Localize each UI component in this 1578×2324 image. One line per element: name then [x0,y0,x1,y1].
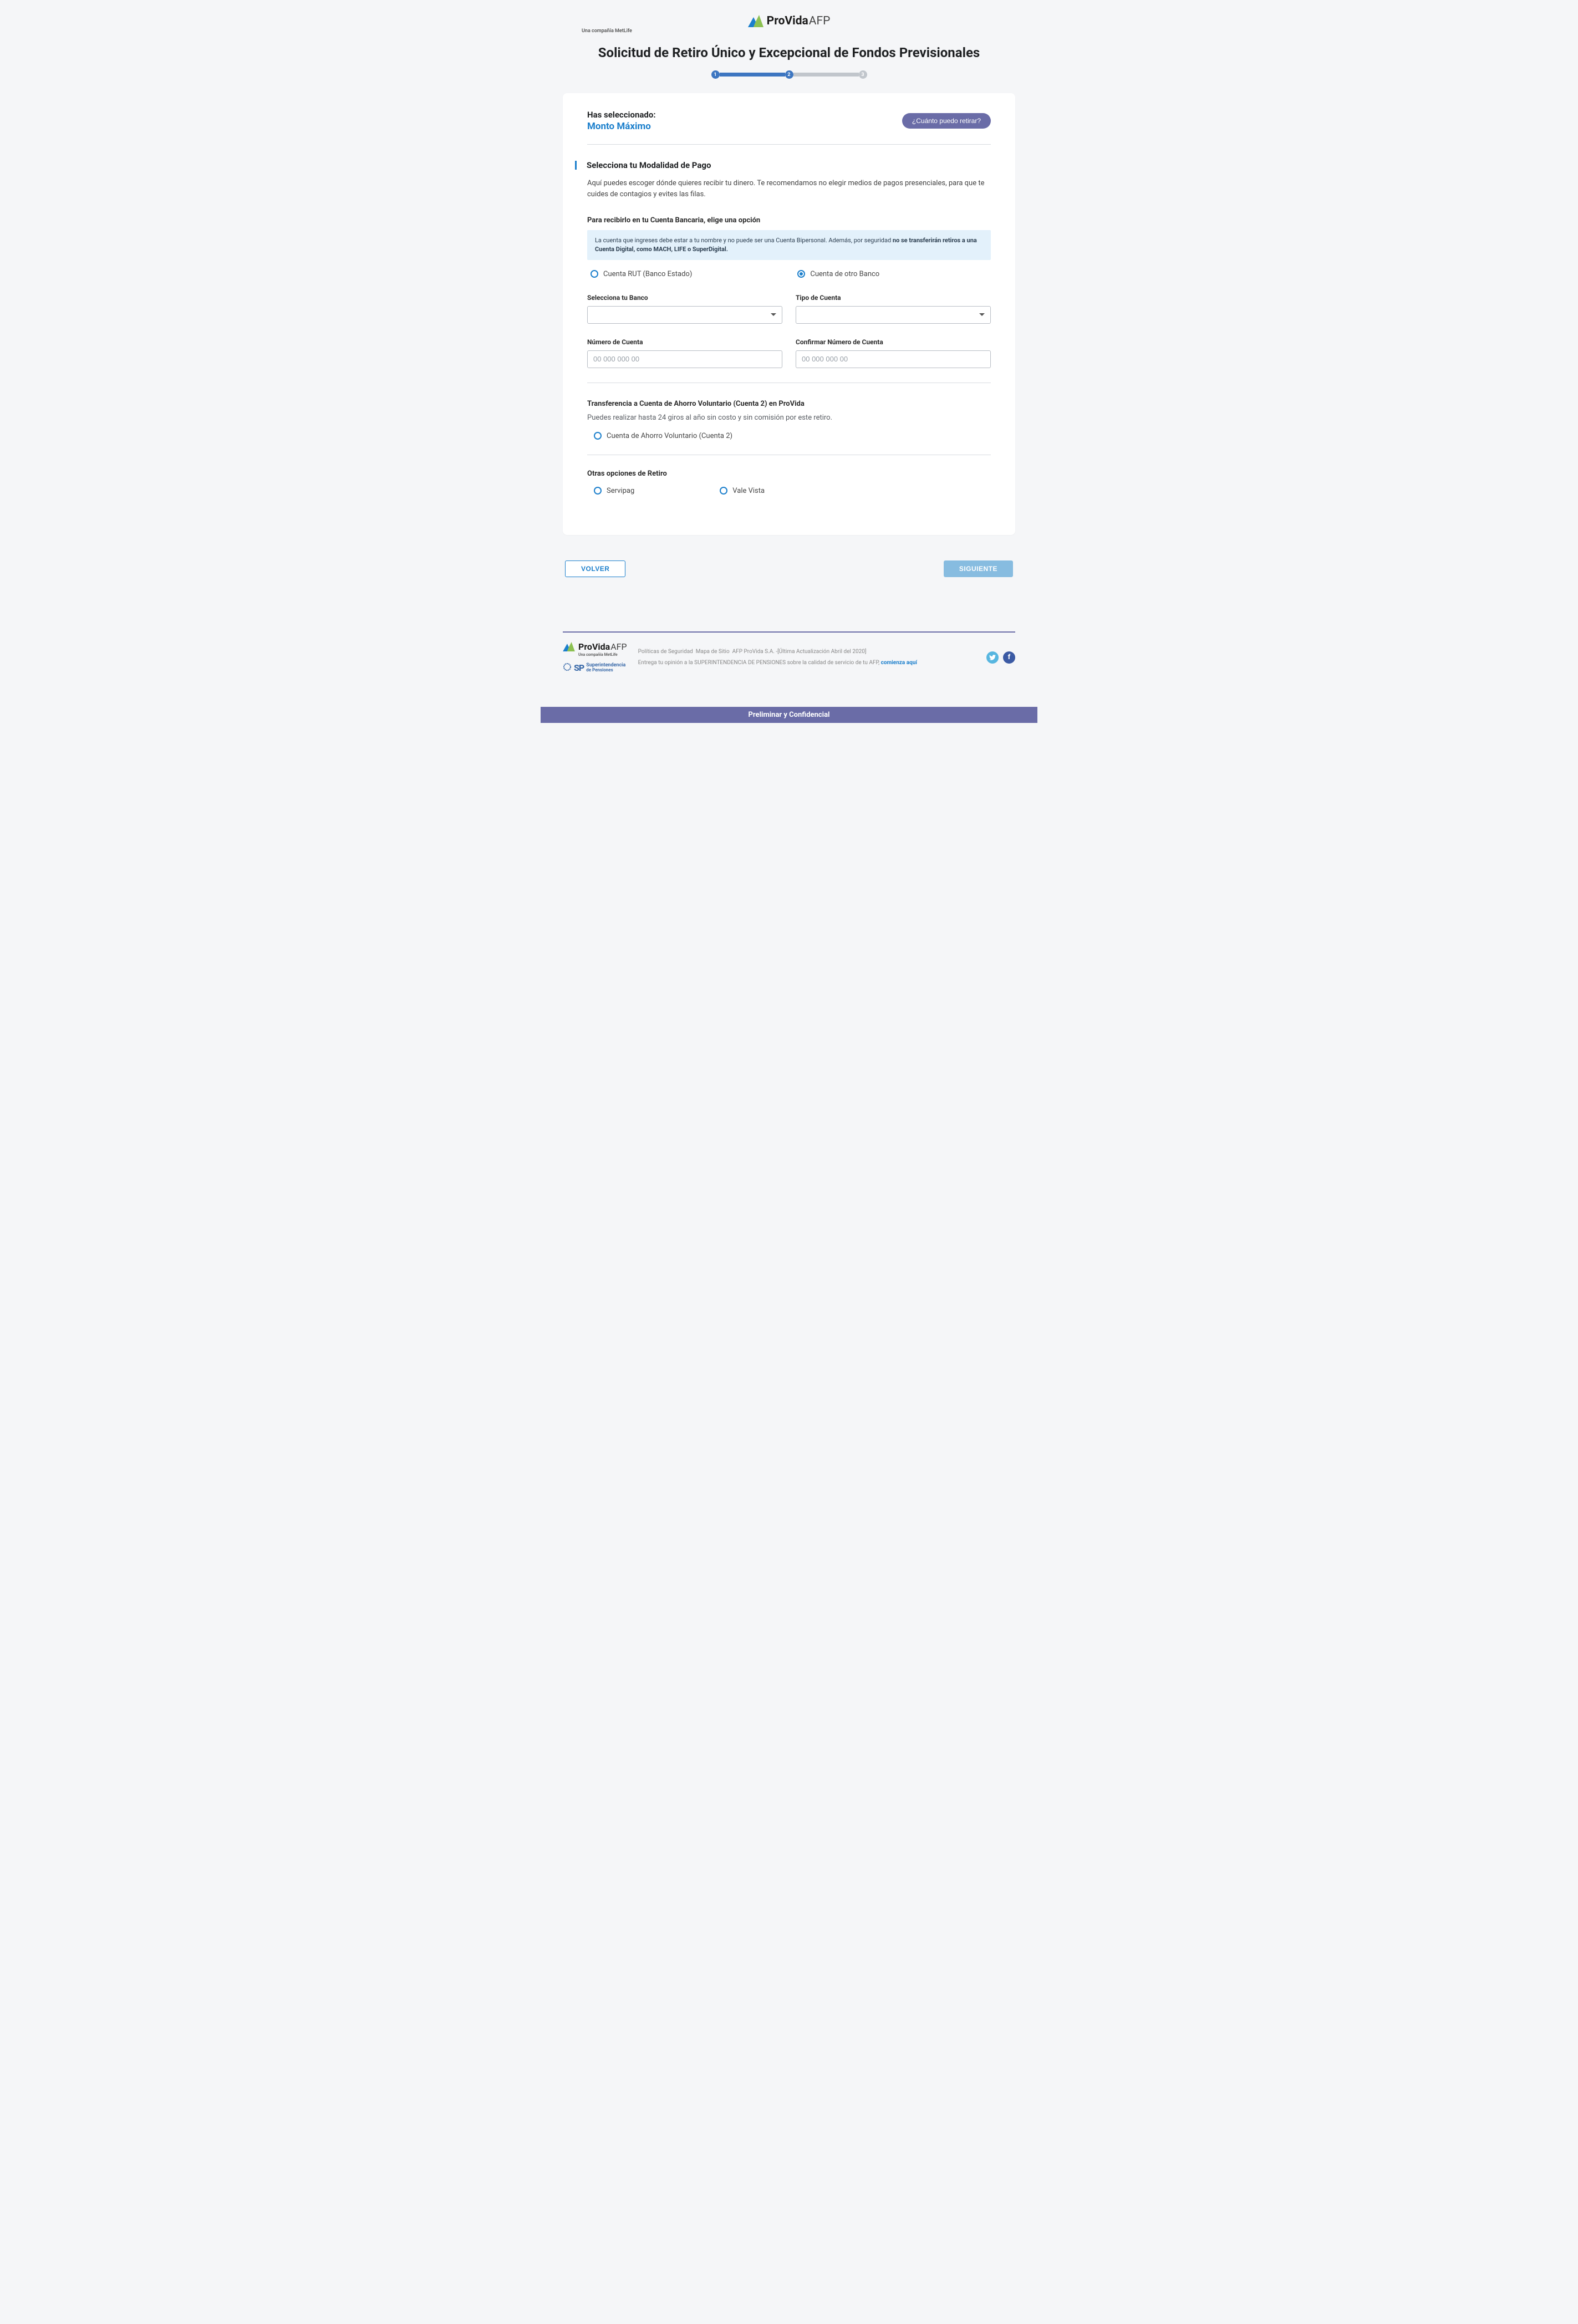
logo-name-bold: ProVida [767,14,808,28]
page-title: Solicitud de Retiro Único y Excepcional … [563,45,1015,60]
section-accent-bar [575,161,577,170]
logo-tagline: Una compañía MetLife [582,28,1015,34]
account-number-confirm-input-wrap [796,350,991,368]
radio-label-cuenta2: Cuenta de Ahorro Voluntario (Cuenta 2) [607,432,732,440]
back-button[interactable]: VOLVER [565,560,625,577]
bank-select-label: Selecciona tu Banco [587,294,782,302]
radio-cuenta-otro-banco[interactable]: Cuenta de otro Banco [797,270,879,278]
stepper-bar-1 [720,73,785,77]
account-number-label: Número de Cuenta [587,338,782,346]
section-title-paymode: Selecciona tu Modalidad de Pago [587,160,711,170]
bank-info-text: La cuenta que ingreses debe estar a tu n… [595,237,893,244]
cuenta2-title: Transferencia a Cuenta de Ahorro Volunta… [587,400,991,408]
radio-label-cuenta-rut: Cuenta RUT (Banco Estado) [603,270,692,278]
account-type-label: Tipo de Cuenta [796,294,991,302]
facebook-icon[interactable]: f [1003,651,1015,664]
account-number-confirm-label: Confirmar Número de Cuenta [796,338,991,346]
logo-block: ProVidaAFP Una compañía MetLife [563,0,1015,38]
account-type-select[interactable] [796,306,991,324]
selection-value: Monto Máximo [587,121,656,132]
radio-servipag[interactable]: Servipag [594,487,634,495]
footer-opinion-text: Entrega tu opinión a la SUPERINTENDENCIA… [638,660,881,666]
account-number-confirm-input[interactable] [802,355,985,363]
radio-icon [591,270,598,278]
radio-vale-vista[interactable]: Vale Vista [720,487,765,495]
stepper-step-1: 1 [711,70,720,79]
other-options-title: Otras opciones de Retiro [587,470,991,478]
account-number-input[interactable] [593,355,776,363]
twitter-icon[interactable] [986,651,999,664]
bank-info-box: La cuenta que ingreses debe estar a tu n… [587,230,991,260]
sp-gear-icon [563,662,572,674]
divider [587,144,991,145]
sp-line2: de Pensiones [586,668,625,672]
footer-logo-name-thin: AFP [610,641,627,652]
radio-label-cuenta-otro: Cuenta de otro Banco [810,270,879,278]
radio-icon [720,487,727,495]
radio-cuenta2[interactable]: Cuenta de Ahorro Voluntario (Cuenta 2) [594,432,732,440]
sp-mark: SP [574,662,584,673]
section-desc-paymode: Aquí puedes escoger dónde quieres recibi… [587,178,991,200]
provida-logo-icon [748,15,763,27]
account-number-input-wrap [587,350,782,368]
stepper-step-2: 2 [785,70,793,79]
radio-label-vale-vista: Vale Vista [732,487,765,495]
main-card: Has seleccionado: Monto Máximo ¿Cuánto p… [563,93,1015,535]
chevron-down-icon [771,313,776,316]
logo-text: ProVidaAFP [767,14,831,28]
logo-name-thin: AFP [809,14,831,28]
stepper: 1 2 3 [563,70,1015,79]
provida-logo-icon [563,642,575,651]
radio-icon [797,270,805,278]
footer-logo-provida: ProVidaAFP Una compañía MetLife [563,641,627,657]
selection-label: Has seleccionado: [587,110,656,120]
footer-links-line: Políticas de Seguridad Mapa de Sitio AFP… [638,646,975,658]
footer-divider [563,631,1015,633]
radio-cuenta-rut[interactable]: Cuenta RUT (Banco Estado) [591,270,692,278]
radio-icon [594,487,602,495]
footer-logo-name-bold: ProVida [578,641,610,652]
footer-logo-tagline: Una compañía MetLife [578,653,627,657]
chevron-down-icon [979,313,985,316]
confidential-banner: Preliminar y Confidencial [541,707,1037,723]
radio-icon [594,432,602,440]
next-button[interactable]: SIGUIENTE [944,560,1013,577]
radio-label-servipag: Servipag [607,487,634,495]
bank-sublabel: Para recibirlo en tu Cuenta Bancaria, el… [587,216,991,225]
footer-logo-sp: SP Superintendencia de Pensiones [563,662,627,674]
cuenta2-note: Puedes realizar hasta 24 giros al año si… [587,414,991,422]
how-much-button[interactable]: ¿Cuánto puedo retirar? [902,113,991,129]
footer-opinion-link[interactable]: comienza aquí [881,660,917,666]
bank-select[interactable] [587,306,782,324]
stepper-bar-2 [793,73,859,77]
stepper-step-3: 3 [859,70,867,79]
